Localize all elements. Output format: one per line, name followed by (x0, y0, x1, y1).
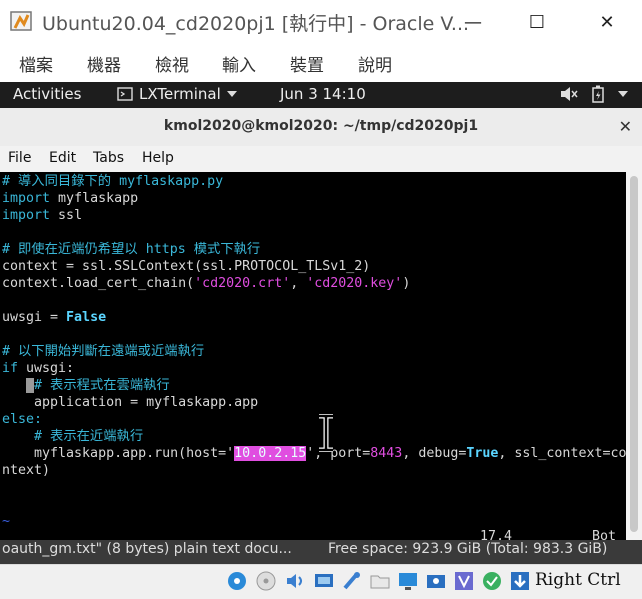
audio-icon[interactable] (284, 570, 306, 592)
scroll-position: Bot (592, 529, 617, 540)
host-key-label: Right Ctrl (535, 570, 621, 590)
vm-status-bar: Right Ctrl (0, 564, 642, 599)
code-line: import ssl (2, 208, 83, 223)
terminal-icon (117, 87, 133, 101)
system-tray[interactable] (560, 85, 628, 103)
menu-view[interactable]: 檢視 (155, 51, 189, 76)
terminal-menu-file[interactable]: File (8, 150, 31, 166)
menu-input[interactable]: 輸入 (222, 51, 256, 76)
video-capture-icon[interactable] (425, 570, 447, 592)
close-button[interactable]: ✕ (584, 6, 630, 38)
text-cursor-icon (319, 414, 333, 452)
network-icon[interactable] (313, 570, 335, 592)
search-highlight: 10.0.2.15 (234, 446, 307, 461)
vm-menubar: 檔案 機器 檢視 輸入 裝置 說明 (0, 44, 642, 82)
volume-muted-icon (561, 87, 578, 101)
menu-file[interactable]: 檔案 (19, 51, 53, 76)
minimize-button[interactable]: — (450, 6, 496, 38)
clock[interactable]: Jun 3 14:10 (280, 85, 366, 103)
window-title: Ubuntu20.04_cd2020pj1 [執行中] - Oracle V..… (42, 13, 470, 35)
code-line: # 表示在近端執行 (2, 429, 144, 444)
virtualbox-app-icon (10, 11, 32, 31)
code-line: # 表示程式在雲端執行 (2, 377, 170, 394)
chevron-down-icon (618, 91, 628, 97)
vim-cursor (26, 378, 35, 393)
chevron-down-icon (226, 91, 237, 97)
ubuntu-top-bar: Activities LXTerminal Jun 3 14:10 (0, 82, 642, 108)
code-line: ntext) (2, 463, 51, 478)
terminal-menu-help[interactable]: Help (142, 150, 174, 166)
menu-help[interactable]: 說明 (358, 51, 392, 76)
code-line: # 即使在近端仍希望以 https 模式下執行 (2, 242, 261, 257)
display-icon[interactable] (397, 570, 419, 592)
menu-devices[interactable]: 裝置 (290, 51, 324, 76)
cursor-position: 17,4 (480, 529, 513, 540)
code-line: myflaskapp.app.run(host='10.0.2.15', por… (2, 446, 626, 461)
terminal-title: kmol2020@kmol2020: ~/tmp/cd2020pj1 (163, 118, 479, 134)
code-line: else: (2, 412, 43, 427)
background-window-status: oauth_gm.txt" (8 bytes) plain text docu.… (0, 540, 642, 564)
app-menu-lxterminal[interactable]: LXTerminal (117, 85, 237, 103)
hard-disk-icon[interactable] (226, 570, 248, 592)
window-title-bar: Ubuntu20.04_cd2020pj1 [執行中] - Oracle V..… (0, 0, 642, 44)
terminal-scrollbar[interactable] (626, 172, 642, 540)
code-line: context.load_cert_chain('cd2020.crt', 'c… (2, 276, 411, 291)
code-line: # 以下開始判斷在遠端或近端執行 (2, 344, 205, 359)
terminal-menu-tabs[interactable]: Tabs (93, 150, 124, 166)
terminal-menubar: File Edit Tabs Help (0, 146, 642, 172)
empty-line-marker: ~ (2, 514, 11, 529)
code-line: import myflaskapp (2, 191, 139, 206)
shared-folder-icon[interactable] (369, 570, 391, 592)
optical-drive-icon[interactable] (255, 570, 277, 592)
terminal-area[interactable]: # 導入同目錄下的 myflaskapp.py import myflaskap… (0, 172, 626, 540)
virtualization-icon[interactable] (453, 570, 475, 592)
code-line: application = myflaskapp.app (2, 395, 259, 410)
code-line: # 導入同目錄下的 myflaskapp.py (2, 174, 224, 189)
terminal-menu-edit[interactable]: Edit (49, 150, 76, 166)
free-space-info: Free space: 923.9 GiB (Total: 983.3 GiB) (328, 541, 608, 557)
guest-additions-icon[interactable] (481, 570, 503, 592)
battery-icon (592, 85, 604, 103)
maximize-button[interactable]: ☐ (514, 6, 560, 38)
app-menu-label: LXTerminal (139, 85, 221, 103)
terminal-title-bar: kmol2020@kmol2020: ~/tmp/cd2020pj1 ✕ (0, 108, 642, 147)
file-info: oauth_gm.txt" (8 bytes) plain text docu.… (2, 541, 292, 557)
code-line: if uwsgi: (2, 361, 75, 376)
code-line: context = ssl.SSLContext(ssl.PROTOCOL_TL… (2, 259, 371, 274)
activities-button[interactable]: Activities (13, 85, 81, 103)
scrollbar-thumb[interactable] (630, 176, 638, 532)
menu-machine[interactable]: 機器 (87, 51, 121, 76)
code-line: uwsgi = False (2, 310, 107, 325)
close-icon[interactable]: ✕ (619, 117, 632, 136)
usb-icon[interactable] (341, 570, 363, 592)
keyboard-capture-icon[interactable] (509, 570, 531, 592)
